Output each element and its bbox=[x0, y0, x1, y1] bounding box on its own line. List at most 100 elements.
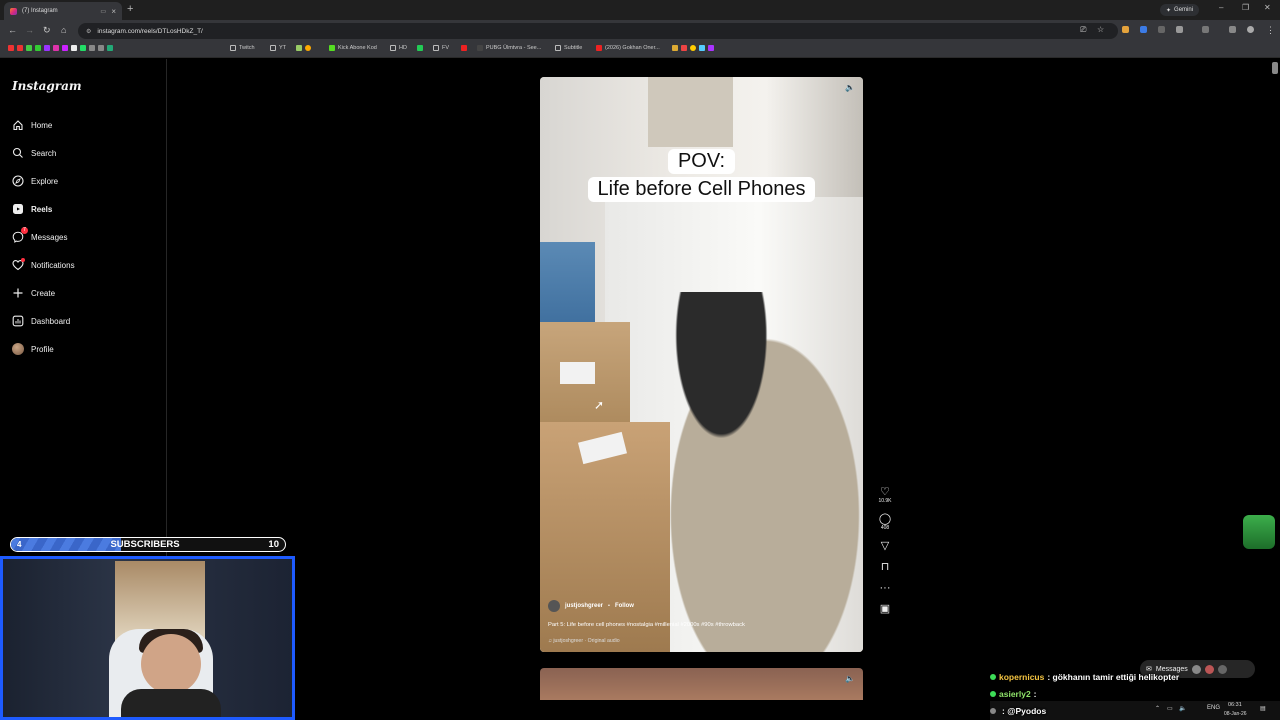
sidebar-item-home[interactable]: Home bbox=[12, 117, 52, 133]
bookmark-yt[interactable]: YT bbox=[270, 45, 286, 51]
sidebar-item-notifications[interactable]: Notifications bbox=[12, 257, 75, 273]
notification-center-icon[interactable]: ▤ bbox=[1260, 705, 1266, 712]
chat-username: asierly2 bbox=[999, 689, 1031, 699]
reel-overlay-subtitle: Life before Cell Phones bbox=[540, 177, 863, 202]
plus-icon bbox=[12, 287, 24, 299]
reload-icon[interactable]: ↻ bbox=[43, 25, 51, 36]
reel-username[interactable]: justjoshgreer bbox=[565, 603, 603, 609]
compass-icon bbox=[12, 175, 24, 187]
back-icon[interactable]: ← bbox=[8, 25, 17, 35]
volume-icon[interactable]: 🔈 bbox=[845, 83, 857, 95]
reel-overlay-title: POV: bbox=[540, 149, 863, 174]
bookmark-twitch[interactable]: Twitch bbox=[230, 45, 255, 51]
share-button[interactable]: ▽ bbox=[881, 540, 889, 552]
sidebar-item-reels[interactable]: Reels bbox=[12, 201, 52, 217]
bookmark-hd[interactable]: HD bbox=[390, 45, 407, 51]
new-tab-button[interactable]: + bbox=[127, 3, 133, 15]
follow-button[interactable]: Follow bbox=[615, 603, 634, 609]
volume-icon[interactable]: 🔈 bbox=[845, 674, 857, 686]
bookmark-yt-red[interactable] bbox=[461, 45, 467, 51]
reel-meta: justjoshgreer • Follow Part 5: Life befo… bbox=[548, 600, 848, 644]
mouse-cursor-icon: ➚ bbox=[594, 398, 605, 412]
browser-tab[interactable]: (7) Instagram ▭ × bbox=[4, 2, 122, 20]
install-app-icon[interactable]: ⎚ bbox=[1080, 25, 1086, 35]
subscriber-current: 4 bbox=[17, 540, 22, 549]
instagram-logo[interactable]: Instagram bbox=[12, 79, 82, 93]
clock-date[interactable]: 08-Jan-26 bbox=[1224, 711, 1247, 717]
bookmark-fv[interactable]: FV bbox=[433, 45, 449, 51]
reel-caption[interactable]: Part 5: Life before cell phones #nostalg… bbox=[548, 622, 848, 628]
subscriber-goal-bar: 4 SUBSCRIBERS 10 bbox=[10, 537, 286, 552]
extension-icon[interactable] bbox=[1122, 26, 1129, 33]
address-bar[interactable]: ⚙ instagram.com/reels/DTLosHDkZ_T/ bbox=[78, 23, 1118, 39]
chat-text: : @Pyodos bbox=[1002, 706, 1047, 716]
save-button[interactable]: ⊓ bbox=[881, 561, 890, 573]
comment-icon: ◯ bbox=[878, 513, 892, 525]
subscriber-goal-title: SUBSCRIBERS bbox=[110, 539, 180, 550]
reels-icon bbox=[12, 203, 24, 215]
downloads-icon[interactable] bbox=[1229, 26, 1236, 33]
site-info-icon[interactable]: ⚙ bbox=[86, 28, 91, 35]
sidebar-item-create[interactable]: Create bbox=[12, 285, 55, 301]
chat-message: asierly2 : bbox=[990, 689, 1037, 699]
extension-icon[interactable] bbox=[1140, 26, 1147, 33]
subscriber-goal-target: 10 bbox=[268, 539, 279, 550]
next-reel-video[interactable]: 🔈 bbox=[540, 668, 863, 700]
bookmark-subtitle[interactable]: Subtitle bbox=[555, 45, 582, 51]
bookmark-icon: ⊓ bbox=[880, 561, 890, 573]
reel-author-avatar[interactable] bbox=[548, 600, 560, 612]
sidebar-item-explore[interactable]: Explore bbox=[12, 173, 58, 189]
reel-video[interactable]: POV: Life before Cell Phones 🔈 justjoshg… bbox=[540, 77, 863, 652]
tab-audio-icon[interactable]: ▭ bbox=[100, 8, 106, 15]
bookmarks-bar: Twitch YT Kick Abone Kod HD FV PUBG Ülmt… bbox=[0, 42, 1280, 58]
close-tab-icon[interactable]: × bbox=[111, 7, 116, 16]
more-options-button[interactable]: ··· bbox=[880, 582, 891, 594]
network-icon[interactable]: ▭ bbox=[1167, 705, 1173, 712]
gemini-label: Gemini bbox=[1174, 7, 1194, 13]
bookmark-icons-right[interactable] bbox=[672, 45, 714, 51]
bookmark-star-icon[interactable]: ☆ bbox=[1097, 25, 1104, 34]
gemini-icon: ✦ bbox=[1166, 7, 1172, 14]
bookmark-icon-link[interactable] bbox=[296, 45, 311, 51]
reel-audio[interactable]: ♫ justjoshgreer · Original audio bbox=[548, 638, 848, 644]
menu-kebab-icon[interactable]: ⋮ bbox=[1266, 25, 1275, 36]
sidebar-item-dashboard[interactable]: Dashboard bbox=[12, 313, 70, 329]
home-button-icon[interactable]: ⌂ bbox=[61, 25, 66, 35]
browser-tab-strip: (7) Instagram ▭ × + ✦ Gemini – ❐ ✕ bbox=[0, 0, 1280, 20]
extensions-puzzle-icon[interactable] bbox=[1176, 26, 1183, 33]
language-indicator[interactable]: ENG bbox=[1207, 705, 1220, 711]
extension-icon[interactable] bbox=[1158, 26, 1165, 33]
reel-actions: ♡ 10.9K ◯ 408 ▽ ⊓ ··· ▣ bbox=[877, 486, 893, 624]
audio-thumbnail[interactable]: ▣ bbox=[880, 603, 890, 615]
side-panel-icon[interactable] bbox=[1202, 26, 1209, 33]
tab-title: (7) Instagram bbox=[22, 8, 58, 14]
send-icon: ▽ bbox=[880, 540, 890, 552]
sidebar-item-profile[interactable]: Profile bbox=[12, 341, 54, 357]
gemini-button[interactable]: ✦ Gemini bbox=[1160, 4, 1200, 16]
forward-icon[interactable]: → bbox=[25, 25, 34, 35]
like-button[interactable]: ♡ 10.9K bbox=[878, 486, 891, 504]
window-close-icon[interactable]: ✕ bbox=[1264, 3, 1271, 12]
minimize-icon[interactable]: – bbox=[1219, 3, 1223, 12]
dashboard-icon bbox=[12, 315, 24, 327]
page-scrollbar[interactable] bbox=[1272, 62, 1278, 74]
comment-button[interactable]: ◯ 408 bbox=[879, 513, 891, 531]
sidebar-item-search[interactable]: Search bbox=[12, 145, 56, 161]
bookmark-pubg[interactable]: PUBG Ülmtvra - See... bbox=[477, 45, 541, 51]
url-text: instagram.com/reels/DTLosHDkZ_T/ bbox=[97, 27, 203, 35]
comment-count: 408 bbox=[880, 525, 890, 531]
restore-icon[interactable]: ❐ bbox=[1242, 3, 1249, 12]
stream-overlay-emote bbox=[1243, 515, 1275, 549]
bookmark-gokhan[interactable]: (2026) Gokhan Oner... bbox=[596, 45, 660, 51]
bookmark-green[interactable] bbox=[417, 45, 423, 51]
audio-page-icon: ▣ bbox=[879, 603, 891, 615]
tray-chevron-icon[interactable]: ⌃ bbox=[1155, 705, 1160, 712]
instagram-favicon-icon bbox=[10, 7, 17, 15]
bookmark-kick-abone-kod[interactable]: Kick Abone Kod bbox=[329, 45, 377, 51]
volume-tray-icon[interactable]: 🔈 bbox=[1179, 705, 1186, 712]
clock-time[interactable]: 06:31 bbox=[1228, 702, 1242, 708]
bookmark-icons[interactable] bbox=[8, 45, 113, 51]
sidebar-item-messages[interactable]: 7 Messages bbox=[12, 227, 67, 245]
profile-avatar[interactable] bbox=[1247, 26, 1254, 33]
more-icon: ··· bbox=[879, 582, 891, 594]
